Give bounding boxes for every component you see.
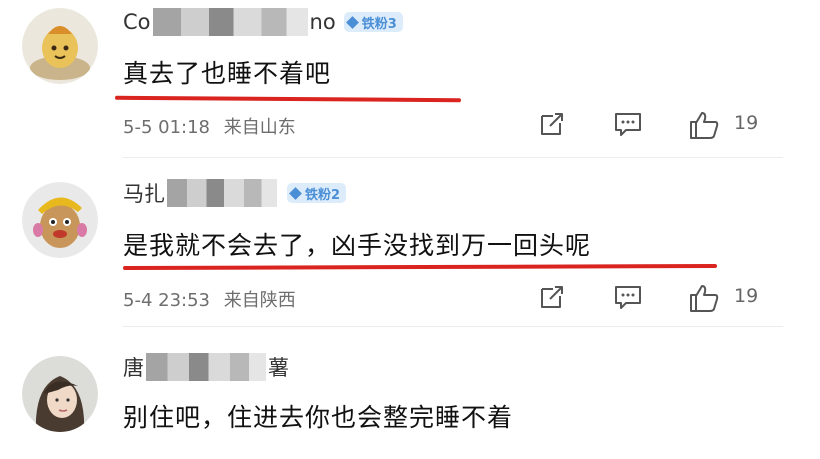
red-underline	[114, 95, 462, 103]
thumbs-up-icon[interactable]	[688, 110, 720, 140]
comment-location: 来自陕西	[223, 290, 296, 311]
diamond-icon	[289, 186, 302, 200]
username-start: Co	[123, 10, 151, 34]
comment-date: 5-4 23:53	[123, 290, 210, 311]
thumbs-up-icon[interactable]	[688, 283, 720, 313]
like-count: 19	[734, 112, 759, 134]
girl-photo-avatar-icon	[22, 356, 98, 432]
username[interactable]: Co no 铁粉3	[123, 7, 403, 37]
comment-text: 别住吧，住进去你也会整完睡不着	[123, 403, 514, 432]
share-icon[interactable]	[538, 110, 566, 138]
username-mosaic	[146, 353, 266, 381]
comment-location: 来自山东	[223, 117, 296, 138]
username-mosaic	[167, 179, 277, 207]
diamond-icon	[345, 15, 359, 29]
fan-badge-label: 铁粉2	[305, 187, 341, 203]
username-mosaic	[152, 8, 308, 36]
comment-text: 真去了也睡不着吧	[123, 59, 332, 88]
user-avatar[interactable]	[22, 356, 98, 432]
fan-badge: 铁粉2	[287, 183, 347, 203]
comment-actions: 19	[538, 110, 778, 140]
user-avatar[interactable]	[22, 182, 98, 258]
comment-icon[interactable]	[613, 110, 643, 138]
potato-mascot-avatar-icon	[22, 8, 98, 84]
user-avatar[interactable]	[22, 8, 98, 84]
username-start: 唐	[123, 356, 144, 380]
like-count: 19	[734, 285, 759, 307]
comment-item: 马扎 铁粉2 是我就不会去了，凶手没找到万一回头呢 5-4 23:53 来自陕西…	[0, 158, 820, 328]
comment-divider	[123, 326, 783, 327]
username-end: no	[309, 10, 336, 34]
share-icon[interactable]	[538, 283, 566, 311]
comment-meta: 5-4 23:53 来自陕西	[123, 286, 296, 312]
fan-badge: 铁粉3	[343, 12, 403, 32]
red-underline	[122, 263, 718, 271]
username[interactable]: 唐 薯	[123, 352, 289, 382]
username-end: 薯	[268, 356, 289, 380]
comment-text: 是我就不会去了，凶手没找到万一回头呢	[123, 231, 592, 260]
comment-icon[interactable]	[613, 283, 643, 311]
username[interactable]: 马扎 铁粉2	[123, 178, 347, 208]
username-start: 马扎	[123, 182, 165, 206]
potato-head-avatar-icon	[22, 182, 98, 258]
comment-meta: 5-5 01:18 来自山东	[123, 113, 296, 139]
comment-actions: 19	[538, 283, 778, 313]
comment-item: Co no 铁粉3 真去了也睡不着吧 5-5 01:18 来自山东 19	[0, 0, 820, 158]
comment-item: 唐 薯 别住吧，住进去你也会整完睡不着	[0, 328, 820, 459]
fan-badge-label: 铁粉3	[361, 16, 397, 32]
comment-date: 5-5 01:18	[123, 117, 210, 138]
